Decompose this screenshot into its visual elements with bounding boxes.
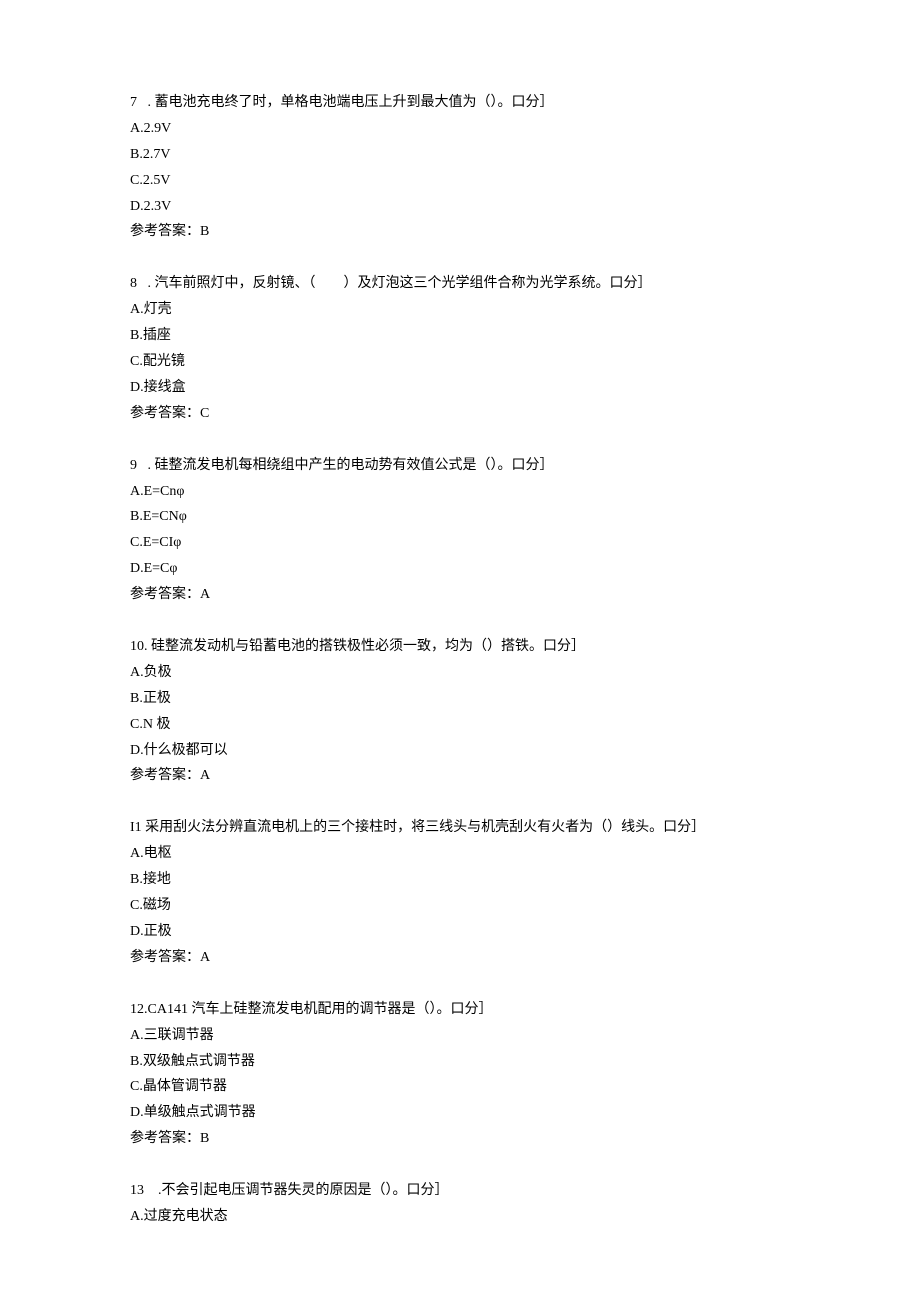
question-number: 10. [130, 634, 151, 660]
stem-text: CA141 汽车上硅整流发电机配用的调节器是（）。口分］ [148, 1002, 493, 1017]
option-b: B.接地 [130, 867, 790, 893]
question-number: 9 . [130, 453, 155, 479]
option-d: D.2.3V [130, 194, 790, 220]
question-stem: 9 . 硅整流发电机每相绕组中产生的电动势有效值公式是（）。口分］ [130, 453, 790, 479]
option-a: A.2.9V [130, 116, 790, 142]
question-stem: 13 .不会引起电压调节器失灵的原因是（）。口分］ [130, 1178, 790, 1204]
question-stem: 7 . 蓄电池充电终了时，单格电池端电压上升到最大值为（）。口分］ [130, 90, 790, 116]
question-number: I1 [130, 815, 145, 841]
option-a: A.电枢 [130, 841, 790, 867]
stem-text: 蓄电池充电终了时，单格电池端电压上升到最大值为（）。口分］ [155, 95, 554, 110]
option-d: D.单级触点式调节器 [130, 1100, 790, 1126]
question-12: 12.CA141 汽车上硅整流发电机配用的调节器是（）。口分］ A.三联调节器 … [130, 997, 790, 1152]
option-c: C.晶体管调节器 [130, 1074, 790, 1100]
option-d: D.接线盒 [130, 375, 790, 401]
answer-line: 参考答案：A [130, 763, 790, 789]
option-d: D.正极 [130, 919, 790, 945]
answer-line: 参考答案：B [130, 219, 790, 245]
question-stem: 10. 硅整流发动机与铅蓄电池的搭铁极性必须一致，均为（）搭铁。口分］ [130, 634, 790, 660]
answer-line: 参考答案：C [130, 401, 790, 427]
option-c: C.N 极 [130, 712, 790, 738]
stem-text: 硅整流发动机与铅蓄电池的搭铁极性必须一致，均为（）搭铁。口分］ [151, 639, 585, 654]
question-7: 7 . 蓄电池充电终了时，单格电池端电压上升到最大值为（）。口分］ A.2.9V… [130, 90, 790, 245]
option-a: A.灯壳 [130, 297, 790, 323]
question-8: 8 . 汽车前照灯中，反射镜、（ ）及灯泡这三个光学组件合称为光学系统。口分］ … [130, 271, 790, 426]
option-a: A.E=Cnφ [130, 479, 790, 505]
stem-text: 采用刮火法分辨直流电机上的三个接柱时，将三线头与机壳刮火有火者为（）线头。口分］ [145, 820, 705, 835]
option-c: C.E=CIφ [130, 530, 790, 556]
option-c: C.磁场 [130, 893, 790, 919]
option-c: C.2.5V [130, 168, 790, 194]
document-page: 7 . 蓄电池充电终了时，单格电池端电压上升到最大值为（）。口分］ A.2.9V… [0, 0, 920, 1316]
option-a: A.三联调节器 [130, 1023, 790, 1049]
question-number: 8 . [130, 271, 155, 297]
option-b: B.插座 [130, 323, 790, 349]
question-10: 10. 硅整流发动机与铅蓄电池的搭铁极性必须一致，均为（）搭铁。口分］ A.负极… [130, 634, 790, 789]
question-stem: 8 . 汽车前照灯中，反射镜、（ ）及灯泡这三个光学组件合称为光学系统。口分］ [130, 271, 790, 297]
question-stem: 12.CA141 汽车上硅整流发电机配用的调节器是（）。口分］ [130, 997, 790, 1023]
option-a: A.负极 [130, 660, 790, 686]
option-d: D.什么极都可以 [130, 738, 790, 764]
option-d: D.E=Cφ [130, 556, 790, 582]
question-9: 9 . 硅整流发电机每相绕组中产生的电动势有效值公式是（）。口分］ A.E=Cn… [130, 453, 790, 608]
question-number: 12. [130, 997, 148, 1023]
question-number: 13 . [130, 1178, 162, 1204]
option-b: B.正极 [130, 686, 790, 712]
option-c: C.配光镜 [130, 349, 790, 375]
question-stem: I1 采用刮火法分辨直流电机上的三个接柱时，将三线头与机壳刮火有火者为（）线头。… [130, 815, 790, 841]
stem-text: 硅整流发电机每相绕组中产生的电动势有效值公式是（）。口分］ [155, 458, 554, 473]
stem-text: 汽车前照灯中，反射镜、（ ）及灯泡这三个光学组件合称为光学系统。口分］ [155, 276, 652, 291]
question-11: I1 采用刮火法分辨直流电机上的三个接柱时，将三线头与机壳刮火有火者为（）线头。… [130, 815, 790, 970]
option-b: B.2.7V [130, 142, 790, 168]
question-13: 13 .不会引起电压调节器失灵的原因是（）。口分］ A.过度充电状态 [130, 1178, 790, 1230]
answer-line: 参考答案：A [130, 945, 790, 971]
option-a: A.过度充电状态 [130, 1204, 790, 1230]
option-b: B.E=CNφ [130, 504, 790, 530]
option-b: B.双级触点式调节器 [130, 1049, 790, 1075]
answer-line: 参考答案：B [130, 1126, 790, 1152]
answer-line: 参考答案：A [130, 582, 790, 608]
question-number: 7 . [130, 90, 155, 116]
stem-text: 不会引起电压调节器失灵的原因是（）。口分］ [162, 1183, 449, 1198]
